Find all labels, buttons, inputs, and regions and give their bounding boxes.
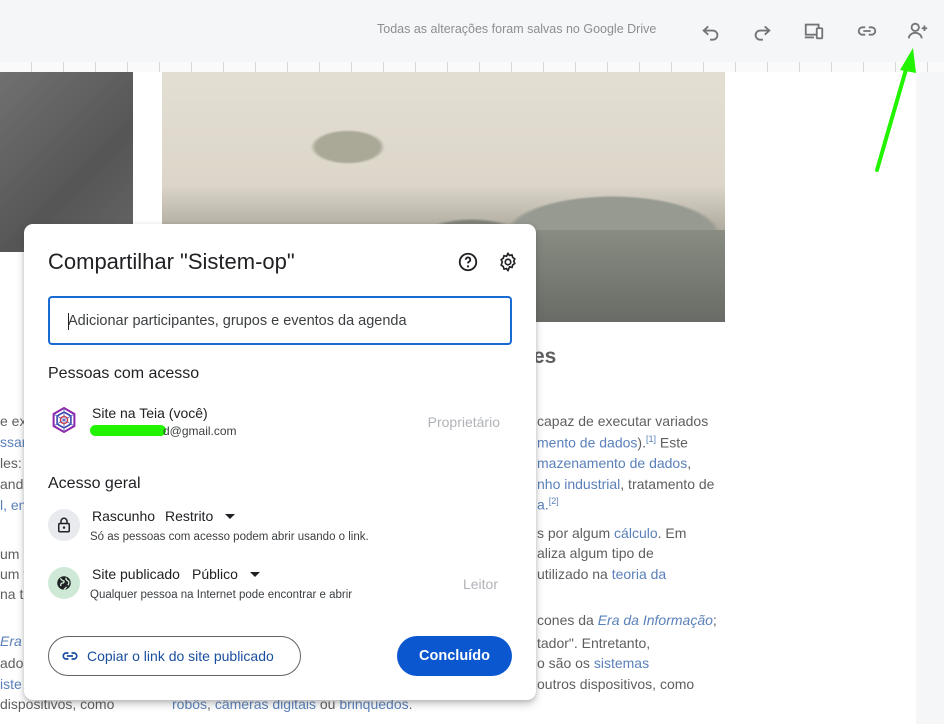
general-access-title: Acesso geral: [48, 475, 141, 492]
draft-access-value: Restrito: [165, 508, 214, 524]
site-avatar-icon: [52, 406, 76, 434]
globe-icon: [57, 576, 71, 591]
people-section-title: Pessoas com acesso: [48, 365, 200, 382]
link-icon: [62, 652, 78, 660]
published-description: Qualquer pessoa na Internet pode encontr…: [90, 589, 353, 601]
copy-published-link-button[interactable]: Copiar o link do site publicado: [48, 636, 301, 676]
owner-role: Proprietário: [427, 414, 500, 430]
published-label: Site publicado: [92, 566, 180, 582]
share-dialog: Compartilhar "Sistem-op" Pessoas com ace…: [24, 224, 536, 700]
draft-access-icon-wrap: [48, 509, 80, 541]
copy-link-label: Copiar o link do site publicado: [87, 648, 274, 664]
published-role: Leitor: [462, 576, 498, 592]
published-access-select[interactable]: Público: [192, 566, 260, 582]
done-button[interactable]: Concluído: [397, 636, 512, 676]
lock-icon: [58, 517, 70, 533]
draft-access-select[interactable]: Restrito: [165, 508, 236, 524]
published-access-value: Público: [192, 566, 238, 582]
dropdown-arrow-icon: [249, 571, 260, 577]
add-people-input[interactable]: [48, 296, 512, 345]
help-button[interactable]: [455, 249, 481, 275]
gear-icon: [500, 252, 516, 272]
annotation-arrow-icon: [875, 48, 916, 172]
dialog-title: Compartilhar "Sistem-op": [48, 249, 295, 274]
settings-button[interactable]: [495, 249, 521, 275]
dropdown-arrow-icon: [225, 513, 236, 519]
draft-description: Só as pessoas com acesso podem abrir usa…: [90, 531, 369, 543]
draft-label: Rascunho: [92, 508, 156, 524]
redaction-mark: [90, 425, 166, 436]
person-email: d@gmail.com: [90, 424, 237, 438]
text-caret: [68, 313, 69, 330]
help-icon: [458, 252, 478, 272]
published-access-icon-wrap: [48, 567, 80, 599]
person-name: Site na Teia (você): [92, 405, 208, 421]
